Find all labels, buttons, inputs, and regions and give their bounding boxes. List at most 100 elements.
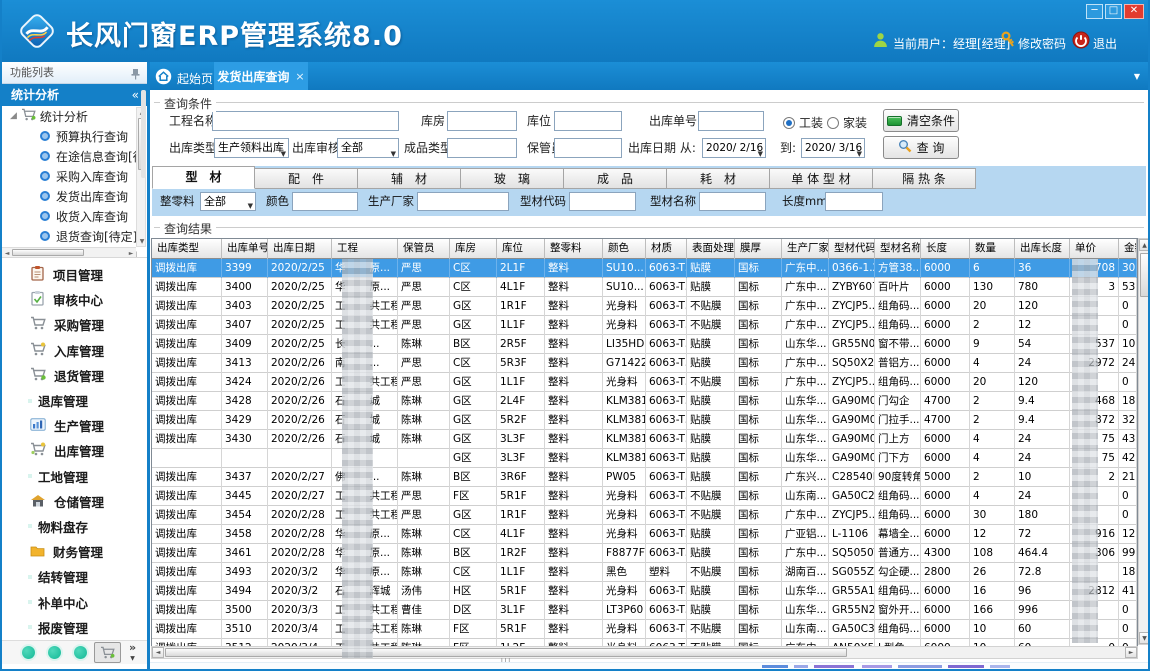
table-row[interactable]: 调拨出库35002020/3/3工共工程曹佳D区3L1F整料LT3P606063… <box>152 601 1137 620</box>
maker-input[interactable] <box>417 192 509 211</box>
column-header[interactable]: 数量 <box>970 239 1015 259</box>
sidebar-item[interactable]: 结转管理 <box>2 564 147 589</box>
tree-root-statistics[interactable]: ◢ 统计分析 <box>2 106 147 126</box>
column-header[interactable]: 膜厚 <box>735 239 782 259</box>
sidebar-item[interactable]: 入库管理 <box>2 338 147 363</box>
table-row[interactable]: 调拨出库34372020/2/27佛...陈琳B区3R6F整料PW056063-… <box>152 468 1137 487</box>
tree-item[interactable]: 收货入库查询 <box>2 206 147 226</box>
warehouse-input[interactable] <box>447 111 517 131</box>
footer-dot-icon[interactable] <box>48 646 61 659</box>
tree-item[interactable]: 预算执行查询 <box>2 126 147 146</box>
change-password-link[interactable]: 修改密码 <box>1018 35 1066 52</box>
table-row[interactable]: 调拨出库34292020/2/26石城陈琳G区5R2F整料KLM38176063… <box>152 411 1137 430</box>
material-tab[interactable]: 型 材 <box>152 166 255 189</box>
column-header[interactable]: 库房 <box>450 239 497 259</box>
table-row[interactable]: 调拨出库34452020/2/27工共工程严思F区5R1F整料光身料6063-T… <box>152 487 1137 506</box>
product-type-input[interactable] <box>447 138 517 158</box>
sidebar-item[interactable]: 出库管理 <box>2 438 147 463</box>
search-button[interactable]: 查 询 <box>883 136 959 159</box>
footer-dot-icon[interactable] <box>22 646 35 659</box>
minimize-button[interactable]: ─ <box>1086 4 1103 19</box>
sidebar-item[interactable]: 退货管理 <box>2 363 147 388</box>
tab-close-icon[interactable]: × <box>295 70 304 83</box>
table-row[interactable]: 调拨出库35102020/3/4工共工程陈琳F区5R1F整料光身料6063-T5… <box>152 620 1137 639</box>
column-header[interactable]: 出库类型 <box>152 239 222 259</box>
tree-item[interactable]: 采购入库查询 <box>2 166 147 186</box>
table-row[interactable]: 调拨出库34542020/2/28工共工程严思G区1R1F整料光身料6063-T… <box>152 506 1137 525</box>
whole-select[interactable]: 全部▼ <box>200 192 256 211</box>
profile-name-input[interactable] <box>699 192 766 211</box>
logout-button[interactable]: 退出 <box>1093 35 1117 52</box>
table-row[interactable]: 调拨出库34032020/2/25工共工程严思G区1R1F整料光身料6063-T… <box>152 297 1137 316</box>
table-row[interactable]: 调拨出库34092020/2/25长...陈琳B区2R5F整料LI35HD606… <box>152 335 1137 354</box>
column-header[interactable]: 保管员 <box>398 239 450 259</box>
outbound-audit-select[interactable]: 全部▼ <box>337 138 399 158</box>
column-header[interactable]: 出库日期 <box>268 239 332 259</box>
sidebar-item[interactable]: 工地管理 <box>2 464 147 489</box>
column-header[interactable]: 表面处理 <box>687 239 735 259</box>
column-header[interactable]: 出库长度 <box>1015 239 1070 259</box>
column-header[interactable]: 型材名称 <box>875 239 921 259</box>
sidebar-section-statistics[interactable]: 统计分析 « <box>2 84 147 106</box>
grid-horizontal-scrollbar[interactable]: ◄ ||| ► <box>151 646 1138 659</box>
column-header[interactable]: 库位 <box>497 239 545 259</box>
material-tab[interactable]: 隔 热 条 <box>873 168 976 189</box>
table-row[interactable]: 调拨出库34582020/2/28华原...陈琳C区4L1F整料光身料6063-… <box>152 525 1137 544</box>
material-tab[interactable]: 辅 材 <box>358 168 461 189</box>
column-header[interactable]: 颜色 <box>603 239 646 259</box>
sidebar-item[interactable]: 采购管理 <box>2 312 147 337</box>
clear-conditions-button[interactable]: 清空条件 <box>883 109 959 132</box>
table-row[interactable]: 调拨出库34942020/3/2石辉城汤伟H区5R1F整料光身料6063-T5贴… <box>152 582 1137 601</box>
tree-horizontal-scrollbar[interactable]: ◄ ► <box>2 247 136 257</box>
table-row[interactable]: 调拨出库34932020/3/2华原...陈琳C区1L1F整料黑色塑料不贴膜国标… <box>152 563 1137 582</box>
table-row[interactable]: 调拨出库34282020/2/26石城陈琳G区2L4F整料KLM38176063… <box>152 392 1137 411</box>
tab-shipment-outbound-query[interactable]: 发货出库查询 × <box>214 62 308 90</box>
sidebar-item[interactable]: 生产管理 <box>2 413 147 438</box>
tab-home[interactable]: 起始页 <box>155 66 213 90</box>
material-tab[interactable]: 玻 璃 <box>461 168 564 189</box>
profile-code-input[interactable] <box>569 192 636 211</box>
column-header[interactable]: 单价 <box>1070 239 1119 259</box>
sidebar-item[interactable]: 财务管理 <box>2 539 147 564</box>
sidebar-item[interactable]: 仓储管理 <box>2 489 147 514</box>
date-to-select[interactable]: 2020/ 3/16▼ <box>801 138 865 158</box>
sidebar-item[interactable]: 补单中心 <box>2 589 147 614</box>
order-no-input[interactable] <box>698 111 764 131</box>
table-row[interactable]: 调拨出库34242020/2/26工共工程严思G区1L1F整料光身料6063-T… <box>152 373 1137 392</box>
column-header[interactable]: 型材代码 <box>829 239 875 259</box>
table-row[interactable]: G区3L3F整料KLM38176063-T5贴膜国标山东华...GA90M09.… <box>152 449 1137 468</box>
column-header[interactable]: 整零料 <box>545 239 603 259</box>
column-header[interactable]: 材质 <box>646 239 687 259</box>
tree-item[interactable]: 退货查询[待定] <box>2 226 147 246</box>
column-header[interactable]: 长度 <box>921 239 970 259</box>
maximize-button[interactable]: □ <box>1105 4 1122 19</box>
footer-dot-icon[interactable] <box>74 646 87 659</box>
length-input[interactable] <box>825 192 883 211</box>
radio-gongzhuang[interactable]: 工装 <box>783 114 823 131</box>
tree-item[interactable]: 发货出库查询 <box>2 186 147 206</box>
sidebar-item[interactable]: 项目管理 <box>2 262 147 287</box>
column-header[interactable]: 工程 <box>332 239 398 259</box>
table-row[interactable]: 调拨出库34302020/2/26石城陈琳G区3L3F整料KLM38176063… <box>152 430 1137 449</box>
table-row[interactable]: 调拨出库34002020/2/25华原...严思C区4L1F整料SU10...6… <box>152 278 1137 297</box>
tree-item[interactable]: 在途信息查询[待 <box>2 146 147 166</box>
sidebar-item[interactable]: 退库管理 <box>2 388 147 413</box>
column-header[interactable]: 生产厂家 <box>782 239 829 259</box>
tabbar-caret-icon[interactable]: ▼ <box>1134 72 1140 81</box>
table-row[interactable]: 调拨出库34132020/2/26南...严思C区5R3F整料G71422606… <box>152 354 1137 373</box>
table-row[interactable]: 调拨出库34612020/2/28华原...陈琳B区1R2F整料F8877FT6… <box>152 544 1137 563</box>
tree-expander-icon[interactable]: ◢ <box>10 111 17 121</box>
sidebar-item[interactable]: 报废管理 <box>2 615 147 640</box>
footer-cart-button[interactable] <box>94 642 121 663</box>
column-header[interactable]: 金额 <box>1119 239 1137 259</box>
date-from-select[interactable]: 2020/ 2/16▼ <box>702 138 766 158</box>
material-tab[interactable]: 耗 材 <box>667 168 770 189</box>
sidebar-item[interactable]: 物料盘存 <box>2 514 147 539</box>
table-row[interactable]: 调拨出库34072020/2/25工共工程严思G区1L1F整料光身料6063-T… <box>152 316 1137 335</box>
footer-more-button[interactable]: »▼ <box>129 642 136 664</box>
material-tab[interactable]: 成 品 <box>564 168 667 189</box>
sidebar-item[interactable]: 审核中心 <box>2 287 147 312</box>
project-name-input[interactable] <box>212 111 399 131</box>
table-row[interactable]: 调拨出库33992020/2/25华原...严思C区2L1F整料SU10...6… <box>152 259 1137 278</box>
outbound-type-select[interactable]: 生产领料出库▼ <box>214 138 289 158</box>
